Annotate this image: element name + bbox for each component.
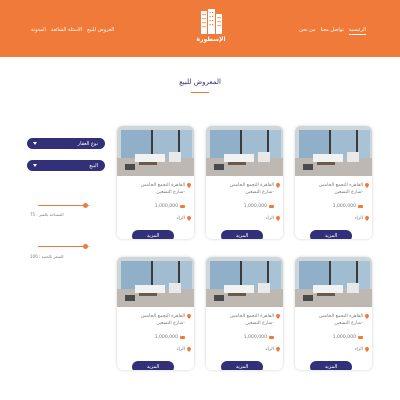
sale-label: البيع xyxy=(89,162,98,169)
card-address-line2: -شارع التسعين xyxy=(334,321,363,326)
card-type: الزاد xyxy=(176,347,185,352)
card-type: الزاد xyxy=(176,216,185,221)
property-photo xyxy=(117,257,194,307)
main-nav-right: الرئيسية تواصل معنا من نحن xyxy=(299,27,366,35)
price-slider[interactable] xyxy=(38,244,90,249)
card-type: الزاد xyxy=(265,347,274,352)
map-pin-icon xyxy=(187,347,191,352)
property-photo xyxy=(295,126,372,176)
main-nav-left: العروض للبيع الاسئلة الشائعة المدونة xyxy=(31,27,114,33)
site-logo[interactable]: الإسطورة xyxy=(191,9,231,49)
card-address: القاهرة التجمع الخامس -شارع التسعين xyxy=(125,182,185,196)
map-pin-icon xyxy=(187,216,191,221)
card-address: القاهرة التجمع الخامس -شارع التسعين xyxy=(214,313,274,327)
map-pin-icon xyxy=(276,183,280,188)
card-address-line2: -شارع التسعين xyxy=(245,190,274,195)
title-underline xyxy=(191,92,209,93)
site-header: الرئيسية تواصل معنا من نحن العروض للبيع … xyxy=(0,0,400,57)
property-card: القاهرة التجمع الخامس -شارع التسعين 1,00… xyxy=(295,257,372,370)
card-address-line1: القاهرة التجمع الخامس xyxy=(318,314,363,319)
property-card: القاهرة التجمع الخامس -شارع التسعين 1,00… xyxy=(117,126,194,239)
card-price: 1,000,000 xyxy=(154,335,178,340)
slider-thumb[interactable] xyxy=(83,244,89,249)
property-card: القاهرة التجمع الخامس -شارع التسعين 1,00… xyxy=(206,126,283,239)
property-photo xyxy=(206,257,283,307)
price-tag-icon xyxy=(180,204,185,208)
property-card: القاهرة التجمع الخامس -شارع التسعين 1,00… xyxy=(206,257,283,370)
map-pin-icon xyxy=(365,314,369,319)
card-address-line1: القاهرة التجمع الخامس xyxy=(318,183,363,188)
card-address-line1: القاهرة التجمع الخامس xyxy=(229,314,274,319)
card-type: الزاد xyxy=(354,216,363,221)
map-pin-icon xyxy=(365,216,369,221)
card-address-line2: -شارع التسعين xyxy=(156,321,185,326)
nav-for-sale[interactable]: العروض للبيع xyxy=(87,27,114,33)
nav-faq[interactable]: الاسئلة الشائعة xyxy=(51,27,82,33)
nav-contact[interactable]: تواصل معنا xyxy=(321,27,344,35)
card-price: 1,000,000 xyxy=(243,335,267,340)
nav-home[interactable]: الرئيسية xyxy=(348,27,366,35)
card-price: 1,000,000 xyxy=(332,204,356,209)
card-address: القاهرة التجمع الخامس -شارع التسعين xyxy=(303,313,363,327)
slider-fill xyxy=(38,245,86,247)
price-tag-icon xyxy=(180,335,185,339)
more-button[interactable]: المزيد xyxy=(310,230,352,239)
page-title: المعروض للبيع xyxy=(179,78,221,86)
card-price: 1,000,000 xyxy=(154,204,178,209)
nav-about[interactable]: من نحن xyxy=(299,27,316,35)
card-address-line2: -شارع التسعين xyxy=(245,321,274,326)
card-type: الزاد xyxy=(354,347,363,352)
card-price: 1,000,000 xyxy=(243,204,267,209)
area-label: المساحة بالمتر : 75 xyxy=(30,212,64,217)
card-address-line1: القاهرة التجمع الخامس xyxy=(140,183,185,188)
sale-dropdown[interactable]: البيع xyxy=(27,160,105,171)
card-address: القاهرة التجمع الخامس -شارع التسعين xyxy=(125,313,185,327)
card-address-line1: القاهرة التجمع الخامس xyxy=(140,314,185,319)
card-address: القاهرة التجمع الخامس -شارع التسعين xyxy=(303,182,363,196)
price-tag-icon xyxy=(269,204,274,208)
more-button[interactable]: المزيد xyxy=(310,361,352,370)
more-button[interactable]: المزيد xyxy=(132,361,174,370)
price-tag-icon xyxy=(269,335,274,339)
dropdown-caret-icon xyxy=(33,142,37,145)
dropdown-caret-icon xyxy=(33,164,37,167)
slider-fill xyxy=(38,204,86,206)
property-photo xyxy=(117,126,194,176)
logo-building-icon xyxy=(201,9,222,34)
price-label: السعر بالجنيه : 100 xyxy=(30,254,64,259)
card-address-line2: -شارع التسعين xyxy=(334,190,363,195)
area-slider[interactable] xyxy=(38,203,90,208)
property-photo xyxy=(295,257,372,307)
map-pin-icon xyxy=(365,347,369,352)
more-button[interactable]: المزيد xyxy=(221,230,263,239)
property-card: القاهرة التجمع الخامس -شارع التسعين 1,00… xyxy=(295,126,372,239)
nav-blog[interactable]: المدونة xyxy=(31,27,46,33)
map-pin-icon xyxy=(365,183,369,188)
map-pin-icon xyxy=(276,216,280,221)
logo-text: الإسطورة xyxy=(196,36,226,43)
price-tag-icon xyxy=(358,204,363,208)
property-photo xyxy=(206,126,283,176)
card-address: القاهرة التجمع الخامس -شارع التسعين xyxy=(214,182,274,196)
map-pin-icon xyxy=(276,347,280,352)
map-pin-icon xyxy=(187,314,191,319)
slider-thumb[interactable] xyxy=(83,203,89,208)
card-price: 1,000,000 xyxy=(332,335,356,340)
price-tag-icon xyxy=(358,335,363,339)
property-card: القاهرة التجمع الخامس -شارع التسعين 1,00… xyxy=(117,257,194,370)
more-button[interactable]: المزيد xyxy=(132,230,174,239)
map-pin-icon xyxy=(187,183,191,188)
property-type-label: نوع العقار xyxy=(77,140,98,147)
property-type-dropdown[interactable]: نوع العقار xyxy=(27,138,105,149)
card-address-line1: القاهرة التجمع الخامس xyxy=(229,183,274,188)
more-button[interactable]: المزيد xyxy=(221,361,263,370)
card-address-line2: -شارع التسعين xyxy=(156,190,185,195)
card-type: الزاد xyxy=(265,216,274,221)
map-pin-icon xyxy=(276,314,280,319)
